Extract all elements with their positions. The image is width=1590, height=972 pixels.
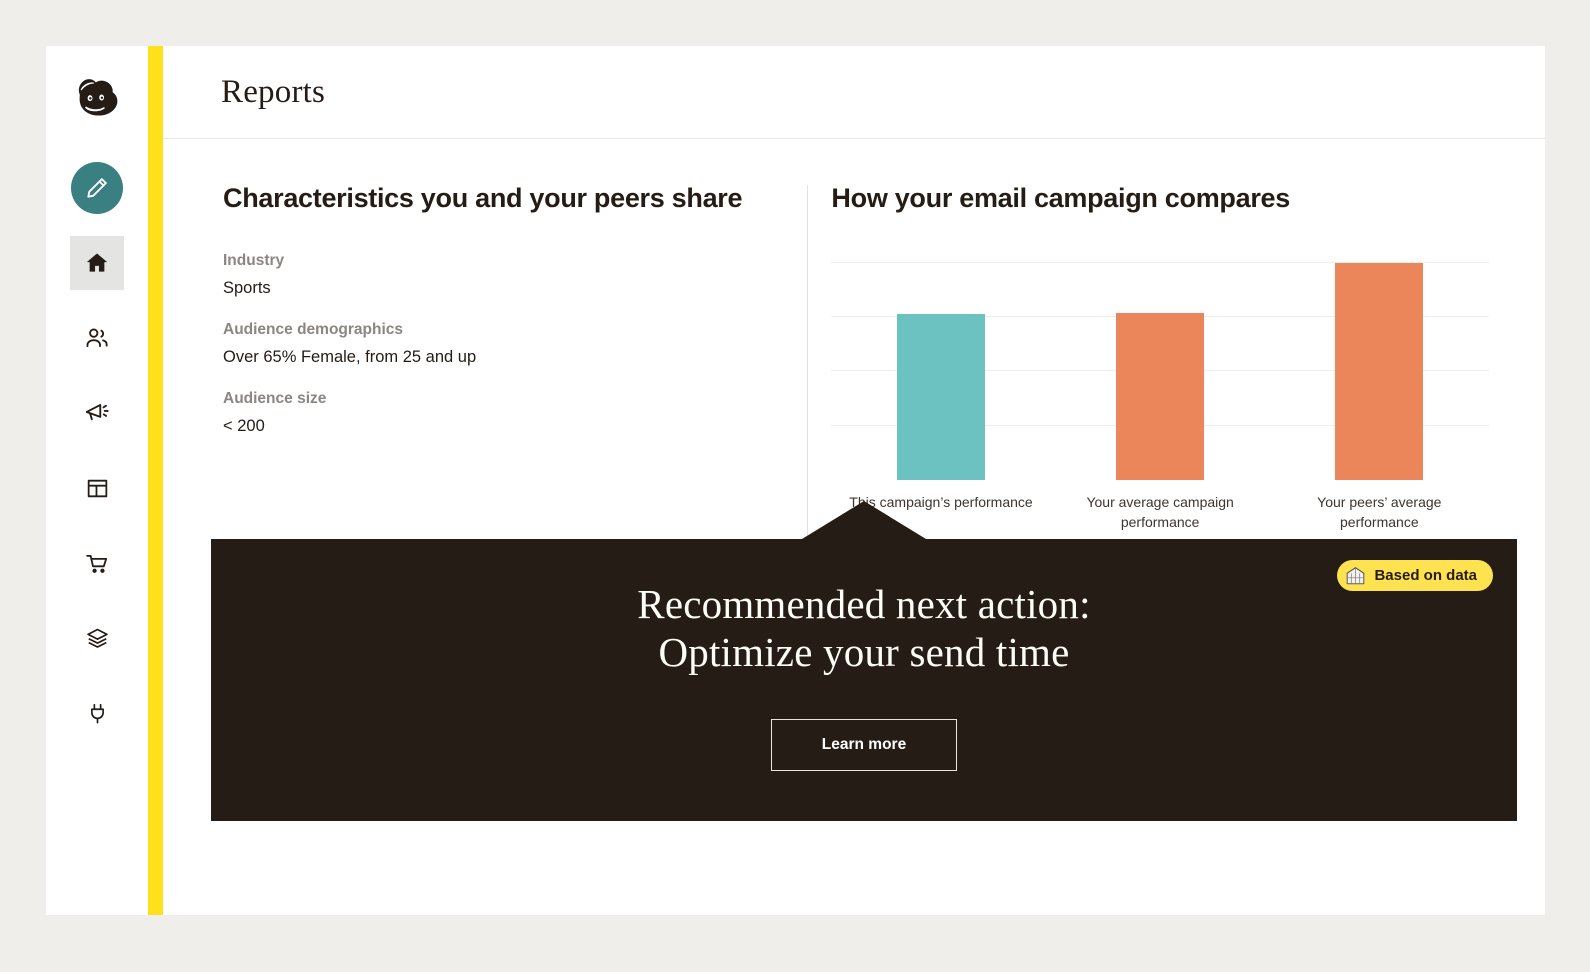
field-audience-demographics: Audience demographics Over 65% Female, f… [223,321,749,367]
sidebar-item-home[interactable] [70,236,124,290]
cart-icon [85,554,107,573]
banner-headline: Recommended next action: Optimize your s… [637,581,1090,677]
chart-bar-column [1270,252,1489,480]
banner-pointer-arrow [802,501,926,539]
plug-icon [90,703,104,723]
brand-accent-rail [148,46,163,915]
chart-category-labels: This campaign’s performance Your average … [831,492,1489,533]
megaphone-icon [85,404,109,421]
field-industry: Industry Sports [223,252,749,298]
chart-category-label: Your average campaign performance [1086,494,1234,531]
comparison-bar-chart [831,252,1489,480]
sidebar-item-content[interactable] [70,461,124,515]
field-value: Sports [223,279,271,297]
field-value: < 200 [223,417,265,435]
page-header: Reports [163,46,1545,139]
learn-more-button[interactable]: Learn more [770,718,958,771]
sidebar-item-automations[interactable] [70,611,124,665]
based-on-data-badge[interactable]: Based on data [1337,560,1493,591]
compose-button[interactable] [71,162,123,214]
app-window: Reports Characteristics you and your pee… [46,46,1545,915]
banner-headline-line2: Optimize your send time [658,629,1070,675]
layers-icon [86,628,108,648]
panel-divider [807,185,808,551]
chart-bar[interactable] [897,314,986,480]
comparison-panel: How your email campaign compares This ca… [779,183,1545,539]
sidebar [46,46,163,915]
pencil-icon [87,178,107,198]
sidebar-item-audience[interactable] [70,311,124,365]
recommendation-banner: Based on data Recommended next action: O… [211,539,1517,821]
field-audience-size: Audience size < 200 [223,390,749,436]
sidebar-item-integrations[interactable] [70,686,124,740]
page-title: Reports [221,73,326,110]
panels-row: Characteristics you and your peers share… [163,139,1545,551]
banner-headline-line1: Recommended next action: [637,581,1091,628]
main-area: Reports Characteristics you and your pee… [163,46,1545,915]
mailchimp-freddie-logo[interactable] [68,72,126,130]
sidebar-item-commerce[interactable] [70,536,124,590]
chart-bar[interactable] [1335,262,1424,480]
chart-bar-column [1051,252,1270,480]
field-label: Industry [223,252,285,269]
people-icon [86,328,108,348]
characteristics-heading: Characteristics you and your peers share [223,183,743,213]
field-label: Audience demographics [223,321,404,338]
chart-bars [831,252,1489,480]
field-label: Audience size [223,390,327,407]
chart-bar-column [831,252,1050,480]
field-value: Over 65% Female, from 25 and up [223,348,477,366]
badge-label: Based on data [1374,567,1477,584]
recommendation-banner-wrap: Based on data Recommended next action: O… [211,501,1517,821]
chart-bar[interactable] [1116,313,1205,480]
home-icon [86,253,108,272]
page-content: Characteristics you and your peers share… [163,139,1545,915]
comparison-heading: How your email campaign compares [831,183,1290,213]
sidebar-item-campaigns[interactable] [70,386,124,440]
layout-icon [87,479,107,497]
chart-category-label: Your peers’ average performance [1317,494,1442,531]
greenhouse-icon [1347,567,1365,585]
characteristics-panel: Characteristics you and your peers share… [163,183,779,539]
